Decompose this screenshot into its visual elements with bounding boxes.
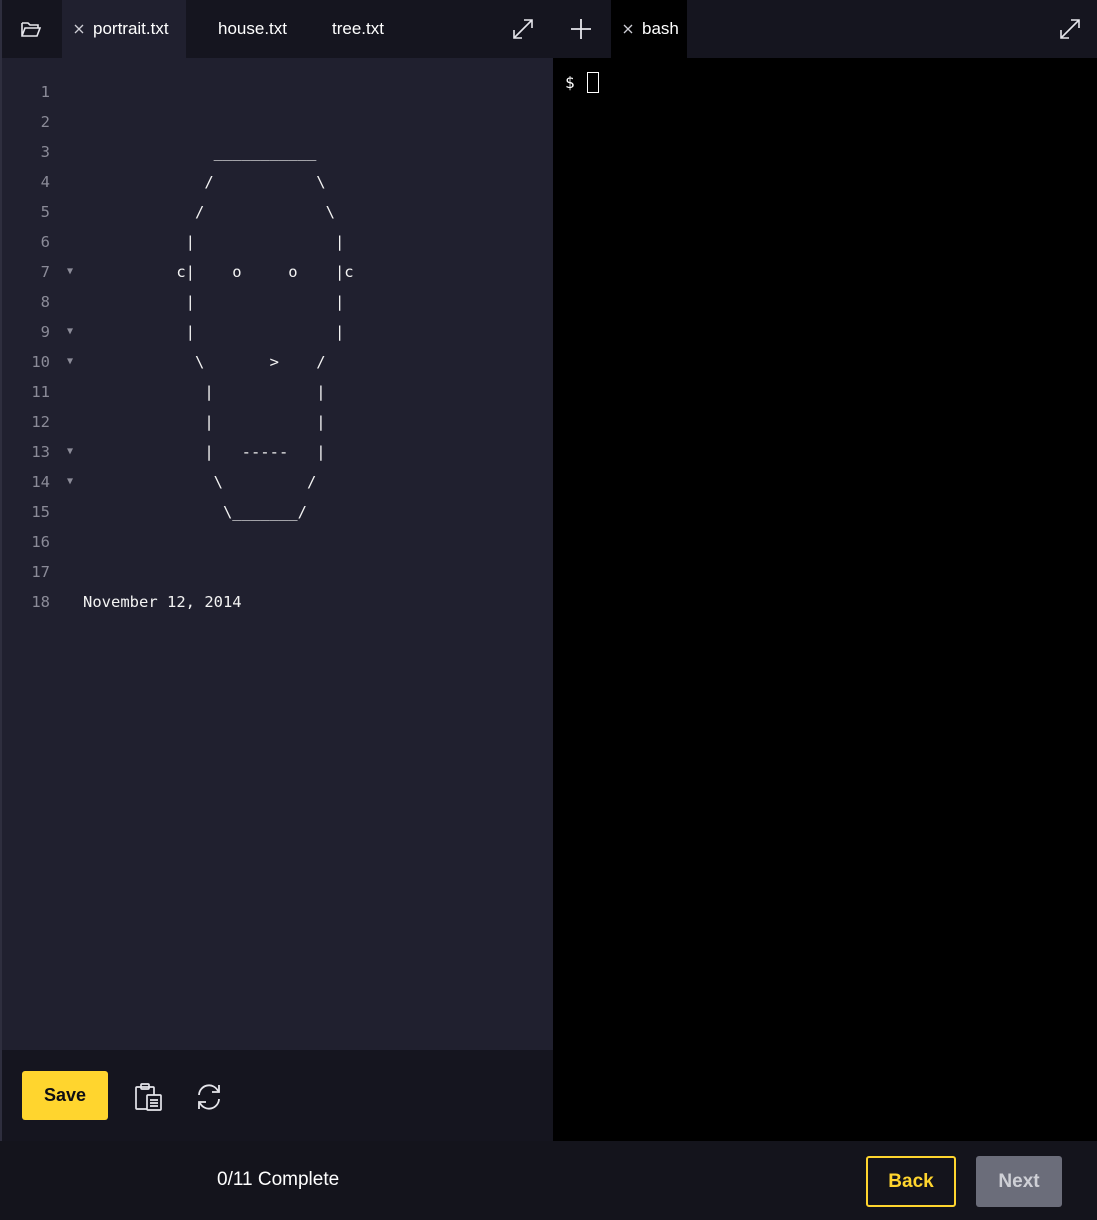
fold-arrow-icon[interactable]: ▼ (67, 347, 77, 377)
expand-icon[interactable] (1049, 8, 1091, 50)
line-number: 16 (31, 533, 50, 551)
tab-bash[interactable]: bash (611, 0, 687, 58)
code-line[interactable]: 12 | | (2, 407, 553, 437)
code-text: November 12, 2014 (83, 593, 242, 611)
code-line[interactable]: 6 | | (2, 227, 553, 257)
code-line[interactable]: 8 | | (2, 287, 553, 317)
code-line[interactable]: 2 (2, 107, 553, 137)
back-button[interactable]: Back (866, 1156, 956, 1207)
code-line[interactable]: 16 (2, 527, 553, 557)
code-line[interactable]: 1 (2, 77, 553, 107)
terminal-output[interactable]: $ (565, 72, 599, 93)
code-text: / \ (83, 203, 335, 221)
code-text: | | (83, 383, 326, 401)
code-line[interactable]: 4 / \ (2, 167, 553, 197)
code-text: | ----- | (83, 443, 326, 461)
code-line[interactable]: 5 / \ (2, 197, 553, 227)
line-number: 8 (40, 293, 50, 311)
expand-icon[interactable] (502, 8, 544, 50)
terminal-pane: bash $ (553, 0, 1097, 1141)
fold-arrow-icon[interactable]: ▼ (67, 467, 77, 497)
code-text: | | (83, 413, 326, 431)
progress-text: 0/11 Complete (217, 1169, 340, 1190)
footer: 0/11 Complete Back Next (0, 1141, 1097, 1220)
code-text: | | (83, 323, 345, 341)
tab-tree-txt[interactable]: tree.txt (332, 0, 384, 58)
code-line[interactable]: 10 ▼ \ > / (2, 347, 553, 377)
terminal-cursor (586, 72, 599, 93)
next-button[interactable]: Next (976, 1156, 1062, 1207)
fold-arrow-icon[interactable]: ▼ (67, 257, 77, 287)
save-button[interactable]: Save (22, 1071, 108, 1120)
code-line[interactable]: 11 | | (2, 377, 553, 407)
code-line[interactable]: 3 ___________ (2, 137, 553, 167)
clipboard-icon[interactable] (128, 1077, 170, 1117)
code-line[interactable]: 14 ▼ \ / (2, 467, 553, 497)
tab-house-txt[interactable]: house.txt (218, 0, 287, 58)
line-number: 15 (31, 503, 50, 521)
tab-label: house.txt (218, 19, 287, 38)
code-line[interactable]: 17 (2, 557, 553, 587)
fold-arrow-icon[interactable]: ▼ (67, 437, 77, 467)
line-number: 13 (31, 443, 50, 461)
line-number: 9 (40, 323, 50, 341)
code-text: ___________ (83, 143, 317, 161)
line-number: 12 (31, 413, 50, 431)
code-line[interactable]: 15 \_______/ (2, 497, 553, 527)
line-number: 5 (40, 203, 50, 221)
refresh-icon[interactable] (188, 1077, 230, 1117)
line-number: 1 (40, 83, 50, 101)
line-number: 3 (40, 143, 50, 161)
folder-icon[interactable] (2, 0, 60, 58)
terminal-tab-bar: bash (553, 0, 1097, 58)
code-line[interactable]: 18 November 12, 2014 (2, 587, 553, 617)
code-text: c| o o |c (83, 263, 354, 281)
code-text: \_______/ (83, 503, 307, 521)
editor-pane: portrait.txt house.txt tree.txt 123 ____… (0, 0, 553, 1141)
line-number: 4 (40, 173, 50, 191)
tab-portrait-txt[interactable]: portrait.txt (62, 0, 186, 58)
code-text: | | (83, 293, 345, 311)
line-number: 2 (40, 113, 50, 131)
code-line[interactable]: 9 ▼ | | (2, 317, 553, 347)
terminal-prompt: $ (565, 73, 575, 92)
code-text: | | (83, 233, 345, 251)
editor-toolbar: Save (2, 1050, 553, 1141)
fold-arrow-icon[interactable]: ▼ (67, 317, 77, 347)
tab-label: bash (642, 19, 679, 38)
plus-icon[interactable] (553, 0, 609, 58)
line-number: 18 (31, 593, 50, 611)
line-number: 10 (31, 353, 50, 371)
code-editor[interactable]: 123 ___________ 4 / \ 5 / \ 6 | | 7 ▼ c| o o … (2, 77, 553, 617)
tab-label: tree.txt (332, 19, 384, 38)
tab-label: portrait.txt (93, 19, 169, 38)
editor-tab-bar: portrait.txt house.txt tree.txt (2, 0, 553, 58)
line-number: 6 (40, 233, 50, 251)
line-number: 7 (40, 263, 50, 281)
code-text: \ / (83, 473, 317, 491)
code-text: / \ (83, 173, 326, 191)
close-icon[interactable] (71, 21, 87, 37)
code-line[interactable]: 7 ▼ c| o o |c (2, 257, 553, 287)
line-number: 14 (31, 473, 50, 491)
close-icon[interactable] (620, 21, 636, 37)
line-number: 17 (31, 563, 50, 581)
code-line[interactable]: 13 ▼ | ----- | (2, 437, 553, 467)
line-number: 11 (31, 383, 50, 401)
code-text: \ > / (83, 353, 326, 371)
